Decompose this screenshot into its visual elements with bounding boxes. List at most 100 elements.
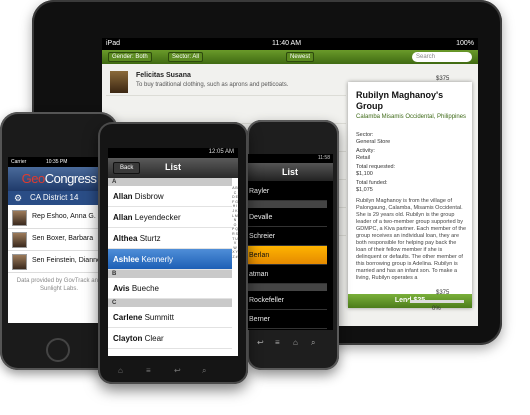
sector-filter[interactable]: Sector: All: [168, 52, 204, 62]
contact-row[interactable]: Carlene Summitt: [108, 307, 232, 328]
ipad-status-bar: iPad 11:40 AM 100%: [102, 38, 478, 50]
representative-name: Sen Boxer, Barbara: [32, 235, 94, 242]
data-credit: Data provided by GovTrack and Sunlight L…: [16, 278, 102, 292]
first-name: Althea: [113, 234, 138, 243]
contact-row-selected[interactable]: Ashlee Kennerly: [108, 249, 232, 270]
menu-key-icon[interactable]: ≡: [275, 338, 280, 347]
settings-icon[interactable]: ⚙: [14, 191, 22, 205]
htc-softkeys: ⌂ ≡ ↩ ⌕: [118, 366, 228, 376]
sector-label: Sector:: [356, 132, 374, 138]
activity-label: Activity:: [356, 148, 375, 154]
contact-row[interactable]: Althea Sturtz: [108, 228, 232, 249]
nexus-time: 11:58: [317, 155, 330, 161]
first-name: Allan: [113, 213, 133, 222]
first-name: Clayton: [113, 334, 143, 343]
contact-row[interactable]: Clayton Clear: [108, 328, 232, 349]
nexus-status-bar: 11:58: [247, 154, 333, 163]
funding-progress-fill: [408, 300, 410, 303]
htc-device: 12:05 AM List Back A Allan Disbrow Allan…: [98, 122, 248, 384]
representative-name: Sen Feinstein, Dianne: [32, 257, 101, 264]
contact-row[interactable]: Allan Disbrow: [108, 186, 232, 207]
funding-progress-bar: [408, 300, 464, 303]
requested-value: $1,100: [356, 171, 373, 177]
detail-title: Rubilyn Maghanoy's Group: [356, 90, 444, 111]
list-item[interactable]: Berner: [247, 310, 327, 329]
list-item[interactable]: Rockefeller: [247, 291, 327, 310]
nexus-screen: 11:58 List Rayler Devalle Schreier Berla…: [247, 154, 333, 330]
iphone-carrier: Carrier: [11, 159, 27, 165]
app-title-geo: Geo: [21, 171, 46, 186]
funded-label: Total funded:: [356, 180, 388, 186]
list-item[interactable]: Schreier: [247, 227, 327, 246]
last-name: Bueche: [131, 284, 159, 293]
ipad-filter-bar: Gender: Both Sector: All Newest Search: [102, 50, 478, 64]
back-button[interactable]: Back: [113, 162, 141, 174]
section-header: C: [108, 299, 232, 307]
representative-row[interactable]: Sen Feinstein, Dianne: [8, 251, 110, 273]
first-name: Avis: [113, 284, 130, 293]
search-input[interactable]: Search: [412, 52, 472, 62]
iphone-screen: Carrier 10:35 PM GeoCongress ⚙ CA Distri…: [8, 157, 110, 323]
district-header[interactable]: ⚙ CA District 14: [8, 191, 110, 205]
funding-percent: 0%: [432, 306, 441, 312]
list-item[interactable]: atman: [247, 265, 327, 284]
representative-row[interactable]: Rep Eshoo, Anna G.: [8, 207, 110, 229]
htc-time: 12:05 AM: [208, 149, 234, 155]
representative-name: Rep Eshoo, Anna G.: [32, 213, 96, 220]
contact-row[interactable]: Allan Leyendecker: [108, 207, 232, 228]
detail-story: Rubilyn Maghanoy is from the village of …: [356, 198, 467, 281]
funded-value: $1,075: [356, 187, 373, 193]
list-item[interactable]: Rayler: [247, 182, 327, 201]
ipad-time: 11:40 AM: [272, 40, 302, 47]
borrower-photo: [110, 71, 128, 93]
last-name: Clear: [144, 334, 164, 343]
loan-amount-bottom: $375: [436, 290, 450, 296]
borrower-name: Felicitas Susana: [136, 72, 191, 79]
last-name: Sturtz: [139, 234, 161, 243]
contact-row[interactable]: Avis Bueche: [108, 278, 232, 299]
last-name: Kennerly: [141, 255, 174, 264]
htc-nav-bar: List Back: [108, 158, 238, 178]
list-item-selected[interactable]: Berlan: [247, 246, 327, 265]
loan-description: To buy traditional clothing, such as apr…: [136, 82, 289, 88]
requested-label: Total requested:: [356, 164, 396, 170]
home-key-icon[interactable]: ⌂: [118, 366, 123, 375]
sort-filter[interactable]: Newest: [286, 52, 315, 62]
back-key-icon[interactable]: ↩: [174, 366, 181, 375]
app-title: GeoCongress: [8, 167, 110, 191]
sector-value: General Store: [356, 139, 391, 145]
last-name: Summitt: [144, 313, 174, 322]
loan-detail-card: Rubilyn Maghanoy's Group Calamba Misamis…: [348, 82, 472, 308]
loan-list-item[interactable]: Felicitas Susana To buy traditional clot…: [106, 68, 346, 96]
activity-value: Retail: [356, 155, 371, 161]
ipad-carrier: iPad: [106, 40, 121, 47]
search-key-icon[interactable]: ⌕: [311, 338, 315, 348]
section-divider: [247, 284, 327, 291]
gender-filter[interactable]: Gender: Both: [108, 52, 152, 62]
first-name: Ashlee: [113, 255, 140, 264]
home-button[interactable]: [46, 338, 70, 362]
detail-location: Calamba Misamis Occidental, Philippines: [356, 114, 467, 120]
district-label: CA District 14: [30, 193, 79, 202]
representative-photo: [12, 210, 27, 226]
alphabet-index[interactable]: A B C D E F G H I J K L M N O P Q R S T …: [232, 186, 238, 260]
htc-screen: 12:05 AM List Back A Allan Disbrow Allan…: [108, 148, 238, 356]
representative-row[interactable]: Sen Boxer, Barbara: [8, 229, 110, 251]
representative-photo: [12, 254, 27, 270]
ipad-battery: 100%: [456, 40, 474, 47]
section-header: B: [108, 270, 232, 278]
search-key-icon[interactable]: ⌕: [202, 366, 206, 376]
home-key-icon[interactable]: ⌂: [293, 338, 298, 347]
nexus-title: List: [247, 163, 333, 181]
iphone-time: 10:35 PM: [46, 159, 68, 165]
section-divider: [247, 201, 327, 208]
section-header: A: [108, 178, 232, 186]
first-name: Carlene: [113, 313, 143, 322]
app-title-congress: Congress: [44, 171, 97, 186]
first-name: Allan: [113, 192, 133, 201]
back-key-icon[interactable]: ↩: [257, 338, 264, 347]
iphone-status-bar: Carrier 10:35 PM: [8, 157, 110, 167]
menu-key-icon[interactable]: ≡: [146, 366, 151, 375]
list-item[interactable]: Devalle: [247, 208, 327, 227]
representative-photo: [12, 232, 27, 248]
